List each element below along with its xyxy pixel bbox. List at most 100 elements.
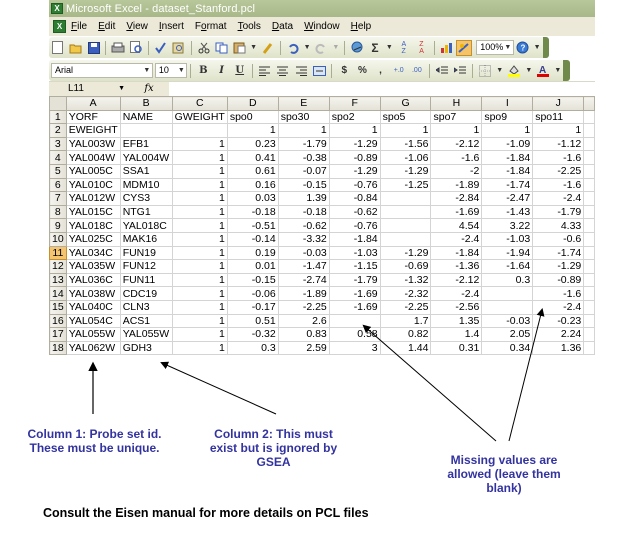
cell-d15[interactable]: -0.17 bbox=[226, 299, 279, 315]
cell-d12[interactable]: 0.01 bbox=[226, 259, 279, 274]
toolbar-options-grip[interactable] bbox=[542, 37, 550, 58]
cell-e14[interactable]: -1.89 bbox=[277, 286, 330, 301]
cell-k9[interactable] bbox=[583, 218, 595, 233]
cell-i15[interactable] bbox=[481, 299, 534, 315]
cell-g10[interactable] bbox=[379, 231, 432, 247]
cell-i1[interactable]: spo9 bbox=[481, 109, 534, 125]
cell-a11[interactable]: YAL034C bbox=[65, 245, 121, 261]
cell-j5[interactable]: -2.25 bbox=[532, 163, 585, 179]
chart-wizard-icon[interactable] bbox=[438, 40, 454, 56]
cell-i3[interactable]: -1.09 bbox=[481, 136, 534, 152]
cell-f4[interactable]: -0.89 bbox=[328, 150, 381, 165]
cell-b7[interactable]: CYS3 bbox=[119, 191, 173, 206]
decrease-decimal-button[interactable]: .00 bbox=[409, 63, 425, 79]
cell-i12[interactable]: -1.64 bbox=[481, 259, 534, 274]
row-header[interactable]: 12 bbox=[49, 259, 67, 274]
cell-b18[interactable]: GDH3 bbox=[119, 340, 173, 356]
menu-data[interactable]: Data bbox=[272, 21, 293, 32]
cell-h8[interactable]: -1.69 bbox=[430, 204, 483, 220]
paste-icon[interactable] bbox=[231, 40, 247, 56]
column-header[interactable] bbox=[583, 96, 595, 111]
help-icon[interactable]: ? bbox=[515, 40, 531, 56]
sort-descending-icon[interactable]: ZA bbox=[414, 40, 430, 56]
cell-c2[interactable] bbox=[171, 123, 228, 138]
cell-d9[interactable]: -0.51 bbox=[226, 218, 279, 233]
column-header-g[interactable]: G bbox=[379, 96, 432, 111]
cell-k3[interactable] bbox=[583, 136, 595, 152]
cell-d18[interactable]: 0.3 bbox=[226, 340, 279, 356]
cell-h12[interactable]: -1.36 bbox=[430, 259, 483, 274]
cell-h6[interactable]: -1.89 bbox=[430, 177, 483, 193]
cell-j9[interactable]: 4.33 bbox=[532, 218, 585, 233]
cell-j16[interactable]: -0.23 bbox=[532, 313, 585, 329]
cell-k17[interactable] bbox=[583, 327, 595, 342]
cell-i18[interactable]: 0.34 bbox=[481, 340, 534, 356]
redo-icon[interactable] bbox=[314, 40, 330, 56]
cell-d3[interactable]: 0.23 bbox=[226, 136, 279, 152]
cell-c1[interactable]: GWEIGHT bbox=[171, 109, 228, 125]
cell-b10[interactable]: MAK16 bbox=[119, 231, 173, 247]
cell-a16[interactable]: YAL054C bbox=[65, 313, 121, 329]
cell-b8[interactable]: NTG1 bbox=[119, 204, 173, 220]
copy-icon[interactable] bbox=[213, 40, 229, 56]
autosum-dropdown-icon[interactable]: ▼ bbox=[386, 44, 393, 51]
cell-a1[interactable]: YORF bbox=[65, 109, 121, 125]
cell-h4[interactable]: -1.6 bbox=[430, 150, 483, 165]
cell-e13[interactable]: -2.74 bbox=[277, 272, 330, 288]
cell-j8[interactable]: -1.79 bbox=[532, 204, 585, 220]
cell-c8[interactable]: 1 bbox=[171, 204, 228, 220]
column-header-c[interactable]: C bbox=[171, 96, 228, 111]
cell-k14[interactable] bbox=[583, 286, 595, 301]
cell-a7[interactable]: YAL012W bbox=[65, 191, 121, 206]
menu-file[interactable]: File bbox=[71, 21, 87, 32]
name-box-dropdown-icon[interactable]: ▼ bbox=[118, 82, 125, 96]
cell-c17[interactable]: 1 bbox=[171, 327, 228, 342]
cell-k7[interactable] bbox=[583, 191, 595, 206]
cell-f15[interactable]: -1.69 bbox=[328, 299, 381, 315]
cell-a10[interactable]: YAL025C bbox=[65, 231, 121, 247]
cell-b14[interactable]: CDC19 bbox=[119, 286, 173, 301]
column-header-a[interactable]: A bbox=[65, 96, 121, 111]
cell-d4[interactable]: 0.41 bbox=[226, 150, 279, 165]
cell-b13[interactable]: FUN11 bbox=[119, 272, 173, 288]
cell-b1[interactable]: NAME bbox=[119, 109, 173, 125]
row-header[interactable]: 11 bbox=[49, 245, 67, 261]
cell-b15[interactable]: CLN3 bbox=[119, 299, 173, 315]
cell-g17[interactable]: 0.82 bbox=[379, 327, 432, 342]
row-header[interactable]: 15 bbox=[49, 299, 67, 315]
column-header-e[interactable]: E bbox=[277, 96, 330, 111]
cell-b11[interactable]: FUN19 bbox=[119, 245, 173, 261]
cell-i6[interactable]: -1.74 bbox=[481, 177, 534, 193]
menu-tools[interactable]: Tools bbox=[238, 21, 261, 32]
cell-i8[interactable]: -1.43 bbox=[481, 204, 534, 220]
formula-input[interactable] bbox=[169, 82, 595, 96]
cell-f14[interactable]: -1.69 bbox=[328, 286, 381, 301]
cell-h14[interactable]: -2.4 bbox=[430, 286, 483, 301]
cell-j10[interactable]: -0.6 bbox=[532, 231, 585, 247]
cell-k1[interactable] bbox=[583, 109, 595, 125]
name-box[interactable]: L11 ▼ bbox=[49, 82, 129, 96]
row-header[interactable]: 3 bbox=[49, 136, 67, 152]
cell-c12[interactable]: 1 bbox=[171, 259, 228, 274]
cell-h13[interactable]: -2.12 bbox=[430, 272, 483, 288]
cell-i9[interactable]: 3.22 bbox=[481, 218, 534, 233]
menu-help[interactable]: Help bbox=[351, 21, 372, 32]
row-header[interactable]: 7 bbox=[49, 191, 67, 206]
format-painter-icon[interactable] bbox=[260, 40, 276, 56]
borders-icon[interactable] bbox=[477, 63, 493, 79]
fill-color-icon[interactable] bbox=[506, 63, 522, 79]
menu-insert[interactable]: Insert bbox=[159, 21, 184, 32]
new-icon[interactable] bbox=[50, 40, 66, 56]
currency-button[interactable]: $ bbox=[336, 63, 352, 79]
cell-b17[interactable]: YAL055W bbox=[119, 327, 173, 342]
row-header[interactable]: 6 bbox=[49, 177, 67, 193]
cell-i17[interactable]: 2.05 bbox=[481, 327, 534, 342]
decrease-indent-icon[interactable] bbox=[434, 63, 450, 79]
cell-e11[interactable]: -0.03 bbox=[277, 245, 330, 261]
cell-f11[interactable]: -1.03 bbox=[328, 245, 381, 261]
comma-style-button[interactable]: , bbox=[373, 63, 389, 79]
cell-f6[interactable]: -0.76 bbox=[328, 177, 381, 193]
row-header[interactable]: 9 bbox=[49, 218, 67, 233]
cell-a3[interactable]: YAL003W bbox=[65, 136, 121, 152]
font-size-combo[interactable]: 10 ▼ bbox=[154, 63, 188, 78]
